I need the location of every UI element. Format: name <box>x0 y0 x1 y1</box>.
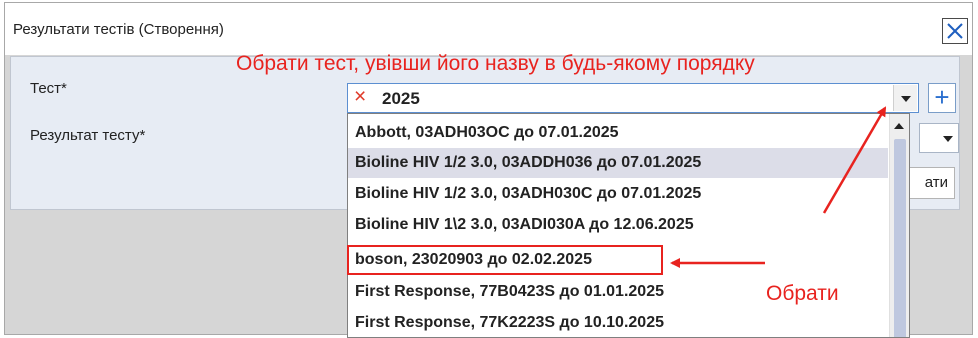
annotation-arrow-to-dropdown <box>822 106 887 214</box>
annotation-arrows <box>670 106 887 268</box>
